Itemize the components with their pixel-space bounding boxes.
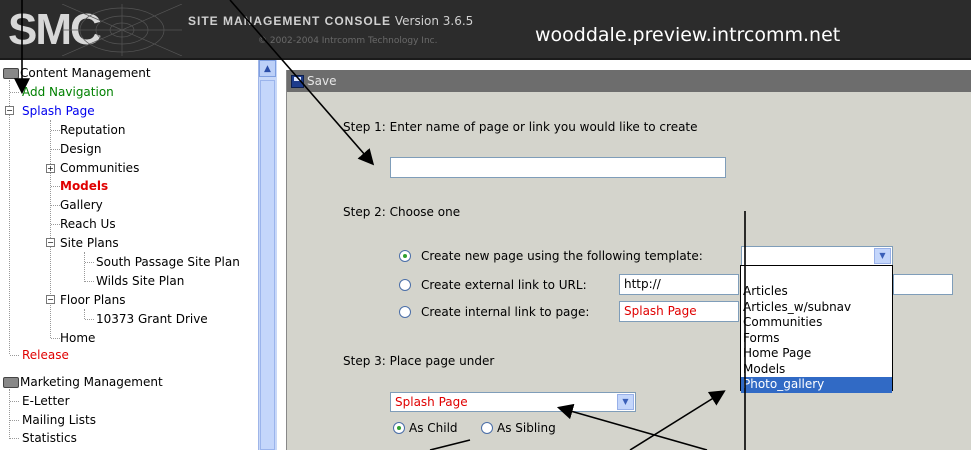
tree-line: [10, 438, 19, 439]
collapse-icon[interactable]: −: [46, 238, 55, 247]
external-url-input-continued[interactable]: [893, 274, 953, 295]
site-url: wooddale.preview.intrcomm.net: [535, 24, 841, 46]
tree-splash-page[interactable]: Splash Page: [22, 103, 95, 119]
radio-as-sibling[interactable]: [481, 422, 493, 434]
tree-line: [51, 149, 60, 150]
save-toolbar: Save: [287, 70, 971, 92]
tree-line: [85, 262, 94, 263]
chevron-down-icon[interactable]: ▼: [617, 394, 634, 410]
copyright-text: © 2002-2004 Intrcomm Technology Inc.: [258, 36, 438, 46]
tree-statistics[interactable]: Statistics: [22, 430, 77, 446]
template-option[interactable]: Forms: [741, 331, 892, 347]
internal-page-select[interactable]: Splash Page: [619, 301, 739, 322]
save-button[interactable]: Save: [307, 74, 336, 88]
tree-communities[interactable]: Communities: [60, 160, 139, 176]
template-dropdown-list[interactable]: Articles Articles_w/subnav Communities Form…: [740, 265, 893, 393]
collapse-icon[interactable]: −: [5, 106, 14, 115]
tree-line: [10, 355, 19, 356]
tree-line: [84, 309, 85, 319]
template-option[interactable]: Communities: [741, 315, 892, 331]
step1-label: Step 1: Enter name of page or link you w…: [343, 120, 698, 134]
floppy-disk-icon[interactable]: [291, 75, 304, 88]
scroll-up-arrow-icon[interactable]: ▲: [259, 60, 276, 77]
scroll-thumb[interactable]: [260, 80, 275, 450]
tree-add-navigation[interactable]: Add Navigation: [22, 84, 114, 100]
tree-reputation[interactable]: Reputation: [60, 122, 125, 138]
tree-line: [85, 281, 94, 282]
tree-models[interactable]: Models: [60, 178, 108, 194]
template-select[interactable]: ▼: [741, 246, 893, 266]
chevron-down-icon[interactable]: ▼: [874, 248, 891, 264]
tree-line: [51, 130, 60, 131]
radio-internal-label: Create internal link to page:: [421, 305, 590, 319]
external-url-input[interactable]: http://: [619, 274, 739, 295]
tree-marketing-management[interactable]: Marketing Management: [20, 374, 163, 390]
tree-floor-plans[interactable]: Floor Plans: [60, 292, 125, 308]
step3-label: Step 3: Place page under: [343, 354, 495, 368]
expand-icon[interactable]: +: [46, 164, 55, 173]
tree-line: [10, 420, 19, 421]
tree-line: [10, 92, 19, 93]
drive-icon: [3, 68, 19, 79]
drive-icon: [3, 377, 19, 388]
template-option[interactable]: Articles: [741, 284, 892, 300]
radio-as-child[interactable]: [393, 422, 405, 434]
tree-line: [9, 80, 10, 354]
tree-line: [10, 401, 19, 402]
tree-home[interactable]: Home: [60, 330, 95, 346]
radio-external-link[interactable]: [399, 279, 411, 291]
console-title: SITE MANAGEMENT CONSOLE Version 3.6.5: [188, 14, 474, 28]
radio-new-page-label: Create new page using the following temp…: [421, 249, 703, 263]
tree-eletter[interactable]: E-Letter: [22, 393, 70, 409]
tree-release[interactable]: Release: [22, 347, 69, 363]
page-name-input[interactable]: [390, 157, 726, 178]
tree-wilds[interactable]: Wilds Site Plan: [96, 273, 184, 289]
tree-line: [51, 205, 60, 206]
parent-page-select[interactable]: Splash Page ▼: [390, 392, 636, 412]
tree-mailing-lists[interactable]: Mailing Lists: [22, 412, 96, 428]
tree-reach-us[interactable]: Reach Us: [60, 216, 116, 232]
template-option[interactable]: Models: [741, 362, 892, 378]
radio-new-page[interactable]: [399, 250, 411, 262]
app-header: SMC SITE MANAGEMENT CONSOLE Version 3.6.…: [0, 0, 971, 60]
tree-design[interactable]: Design: [60, 141, 101, 157]
template-option[interactable]: Articles_w/subnav: [741, 300, 892, 316]
template-option[interactable]: Photo_gallery: [741, 377, 892, 393]
tree-south-passage[interactable]: South Passage Site Plan: [96, 254, 240, 270]
create-page-panel: Save Step 1: Enter name of page or link …: [286, 70, 971, 450]
spider-web-graphic: [62, 4, 182, 56]
radio-as-sibling-label: As Sibling: [497, 421, 556, 435]
radio-external-label: Create external link to URL:: [421, 278, 587, 292]
tree-line: [51, 338, 60, 339]
sidebar-scrollbar[interactable]: ▲: [258, 60, 277, 450]
radio-as-child-label: As Child: [409, 421, 458, 435]
tree-line: [85, 319, 94, 320]
tree-line: [50, 120, 51, 338]
collapse-icon[interactable]: −: [46, 295, 55, 304]
tree-line: [51, 224, 60, 225]
radio-internal-link[interactable]: [399, 306, 411, 318]
tree-line: [84, 252, 85, 282]
tree-site-plans[interactable]: Site Plans: [60, 235, 119, 251]
template-option[interactable]: Home Page: [741, 346, 892, 362]
tree-gallery[interactable]: Gallery: [60, 197, 103, 213]
tree-line: [9, 389, 10, 439]
tree-content-management[interactable]: Content Management: [20, 65, 151, 81]
tree-line: [51, 186, 60, 187]
sidebar-tree: Content Management Add Navigation − Spla…: [0, 60, 258, 450]
tree-grant-drive[interactable]: 10373 Grant Drive: [96, 311, 208, 327]
step2-label: Step 2: Choose one: [343, 205, 461, 219]
